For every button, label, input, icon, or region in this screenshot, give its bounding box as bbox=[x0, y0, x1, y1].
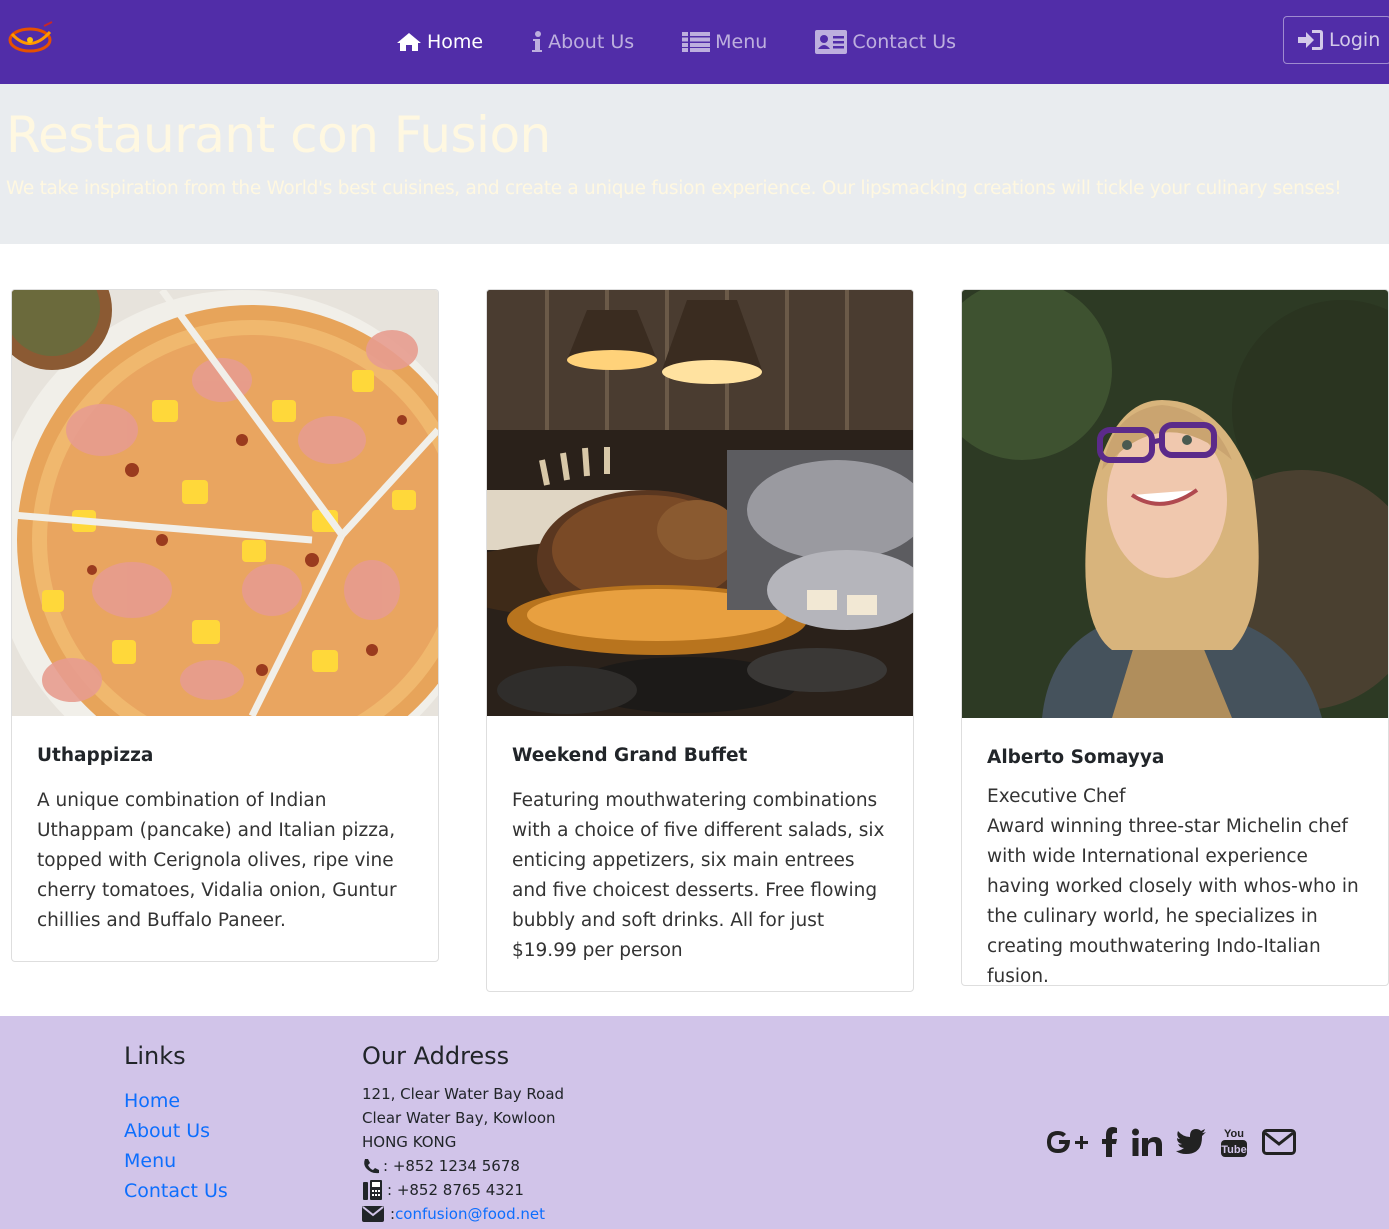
address-line: Clear Water Bay, Kowloon bbox=[362, 1109, 556, 1127]
nav-item-label: Home bbox=[427, 31, 484, 53]
card-title: Uthappizza bbox=[37, 745, 154, 766]
brand-logo[interactable] bbox=[6, 20, 56, 62]
linkedin-icon[interactable] bbox=[1132, 1128, 1162, 1156]
leader-card[interactable]: Alberto Somayya Executive Chef Award win… bbox=[961, 289, 1389, 986]
youtube-icon[interactable]: You Tube bbox=[1220, 1126, 1248, 1158]
navbar: Home About Us Menu Contact Us Login bbox=[0, 0, 1389, 84]
address-heading: Our Address bbox=[362, 1042, 510, 1070]
jumbotron-text: We take inspiration from the World's bes… bbox=[6, 178, 1342, 199]
address-line: HONG KONG bbox=[362, 1133, 457, 1151]
svg-text:Tube: Tube bbox=[1221, 1144, 1246, 1156]
phone-row: : +852 1234 5678 bbox=[362, 1154, 564, 1178]
leader-image bbox=[962, 290, 1388, 718]
promotion-card[interactable]: Weekend Grand Buffet Featuring mouthwate… bbox=[486, 289, 914, 992]
card-text: Award winning three-star Michelin chef w… bbox=[987, 816, 1359, 986]
twitter-icon[interactable] bbox=[1176, 1129, 1206, 1155]
sign-in-icon bbox=[1298, 30, 1323, 50]
card-subtitle: Executive Chef bbox=[987, 786, 1126, 807]
footer-links: Home About Us Menu Contact Us bbox=[124, 1086, 228, 1206]
envelope-icon bbox=[362, 1206, 384, 1222]
email-link[interactable]: confusion@food.net bbox=[395, 1202, 545, 1226]
footer-link-contact[interactable]: Contact Us bbox=[124, 1176, 228, 1206]
card-title: Weekend Grand Buffet bbox=[512, 745, 748, 766]
home-icon bbox=[397, 33, 421, 51]
footer-link-menu[interactable]: Menu bbox=[124, 1146, 228, 1176]
social-links: You Tube bbox=[1046, 1126, 1310, 1158]
nav-item-home[interactable]: Home bbox=[396, 31, 483, 53]
address-block: 121, Clear Water Bay Road Clear Water Ba… bbox=[362, 1082, 564, 1226]
nav-item-label: Menu bbox=[715, 31, 768, 53]
info-icon bbox=[532, 31, 543, 52]
nav-item-contact[interactable]: Contact Us bbox=[815, 30, 956, 54]
jumbotron: Restaurant con Fusion We take inspiratio… bbox=[0, 84, 1389, 244]
fax-row: : +852 8765 4321 bbox=[362, 1178, 564, 1202]
card-title: Alberto Somayya bbox=[987, 747, 1165, 768]
card-text: Featuring mouthwatering combinations wit… bbox=[512, 790, 885, 961]
footer: Links Home About Us Menu Contact Us Our … bbox=[0, 1016, 1389, 1229]
login-label: Login bbox=[1329, 29, 1381, 51]
facebook-icon[interactable] bbox=[1102, 1127, 1118, 1157]
dish-card[interactable]: Uthappizza A unique combination of India… bbox=[11, 289, 439, 962]
mail-icon[interactable] bbox=[1262, 1129, 1296, 1155]
nav-links: Home About Us Menu Contact Us bbox=[396, 0, 1004, 84]
page-title: Restaurant con Fusion bbox=[6, 106, 551, 164]
address-card-icon bbox=[815, 30, 848, 54]
address-line: 121, Clear Water Bay Road bbox=[362, 1085, 565, 1103]
promotion-image bbox=[487, 290, 913, 716]
footer-link-home[interactable]: Home bbox=[124, 1086, 228, 1116]
email-row: : confusion@food.net bbox=[362, 1202, 564, 1226]
fax-icon bbox=[363, 1180, 382, 1200]
links-heading: Links bbox=[124, 1042, 186, 1070]
fax-number: : +852 8765 4321 bbox=[387, 1181, 524, 1199]
login-button[interactable]: Login bbox=[1283, 16, 1389, 64]
nav-item-about[interactable]: About Us bbox=[531, 31, 634, 53]
svg-text:You: You bbox=[1224, 1128, 1244, 1140]
phone-icon bbox=[364, 1159, 379, 1174]
google-plus-icon[interactable] bbox=[1046, 1128, 1088, 1156]
footer-link-about[interactable]: About Us bbox=[124, 1116, 228, 1146]
phone-number: : +852 1234 5678 bbox=[383, 1157, 520, 1175]
nav-item-label: About Us bbox=[548, 31, 635, 53]
card-text: A unique combination of Indian Uthappam … bbox=[37, 790, 397, 931]
dish-image bbox=[12, 290, 438, 716]
nav-item-menu[interactable]: Menu bbox=[682, 31, 767, 53]
list-icon bbox=[682, 32, 711, 52]
nav-item-label: Contact Us bbox=[852, 31, 957, 53]
